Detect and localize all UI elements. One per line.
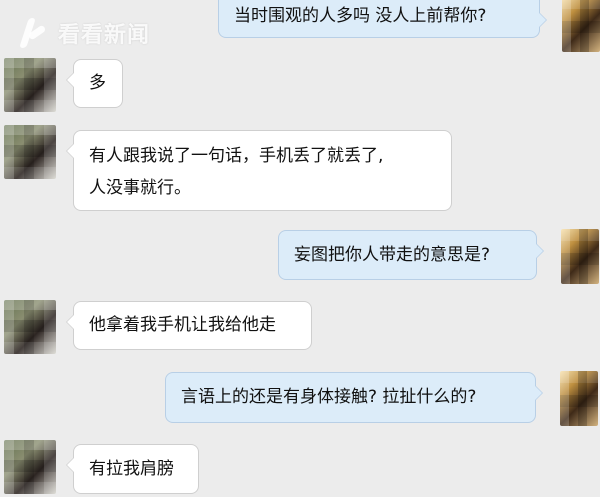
message-text: 妄图把你人带走的意思是? [294, 245, 491, 265]
message-bubble[interactable]: 言语上的还是有身体接触? 拉扯什么的? [165, 372, 543, 423]
message-text: 当时围观的人多吗 没人上前帮你? [234, 6, 487, 26]
avatar[interactable] [4, 440, 56, 494]
avatar[interactable] [562, 0, 600, 52]
message-bubble[interactable]: 他拿着我手机让我给他走 [66, 301, 312, 350]
message-text: 言语上的还是有身体接触? 拉扯什么的? [181, 387, 477, 407]
avatar[interactable] [4, 125, 56, 179]
message-bubble[interactable]: 有人跟我说了一句话，手机丢了就丢了, 人没事就行。 [66, 130, 452, 211]
avatar[interactable] [561, 229, 599, 284]
message-text-line-2: 人没事就行。 [89, 178, 191, 198]
avatar[interactable] [560, 371, 598, 426]
watermark: 看看新闻 [18, 16, 150, 50]
message-bubble[interactable]: 多 [66, 59, 123, 108]
message-text-line-1: 有人跟我说了一句话，手机丢了就丢了, [89, 146, 384, 166]
message-row-5: 他拿着我手机让我给他走 [4, 300, 312, 354]
message-row-3: 有人跟我说了一句话，手机丢了就丢了, 人没事就行。 [4, 125, 452, 211]
message-row-4: 妄图把你人带走的意思是? [278, 229, 599, 284]
message-bubble[interactable]: 妄图把你人带走的意思是? [278, 230, 544, 280]
avatar[interactable] [4, 300, 56, 354]
message-text: 他拿着我手机让我给他走 [89, 315, 276, 335]
chat-window: 看看新闻 当时围观的人多吗 没人上前帮你? 多 有人跟我说了一句话，手机丢了就丢… [0, 0, 600, 497]
message-row-6: 言语上的还是有身体接触? 拉扯什么的? [165, 371, 598, 426]
watermark-text: 看看新闻 [58, 23, 151, 48]
message-row-2: 多 [4, 58, 123, 112]
avatar[interactable] [4, 58, 56, 112]
watermark-logo-icon [18, 16, 52, 50]
message-bubble[interactable]: 当时围观的人多吗 没人上前帮你? [218, 0, 547, 38]
message-row-1: 当时围观的人多吗 没人上前帮你? [218, 0, 600, 52]
message-text: 多 [89, 73, 106, 93]
message-text: 有拉我肩膀 [89, 459, 174, 479]
message-row-7: 有拉我肩膀 [4, 440, 199, 494]
message-bubble[interactable]: 有拉我肩膀 [66, 444, 199, 494]
